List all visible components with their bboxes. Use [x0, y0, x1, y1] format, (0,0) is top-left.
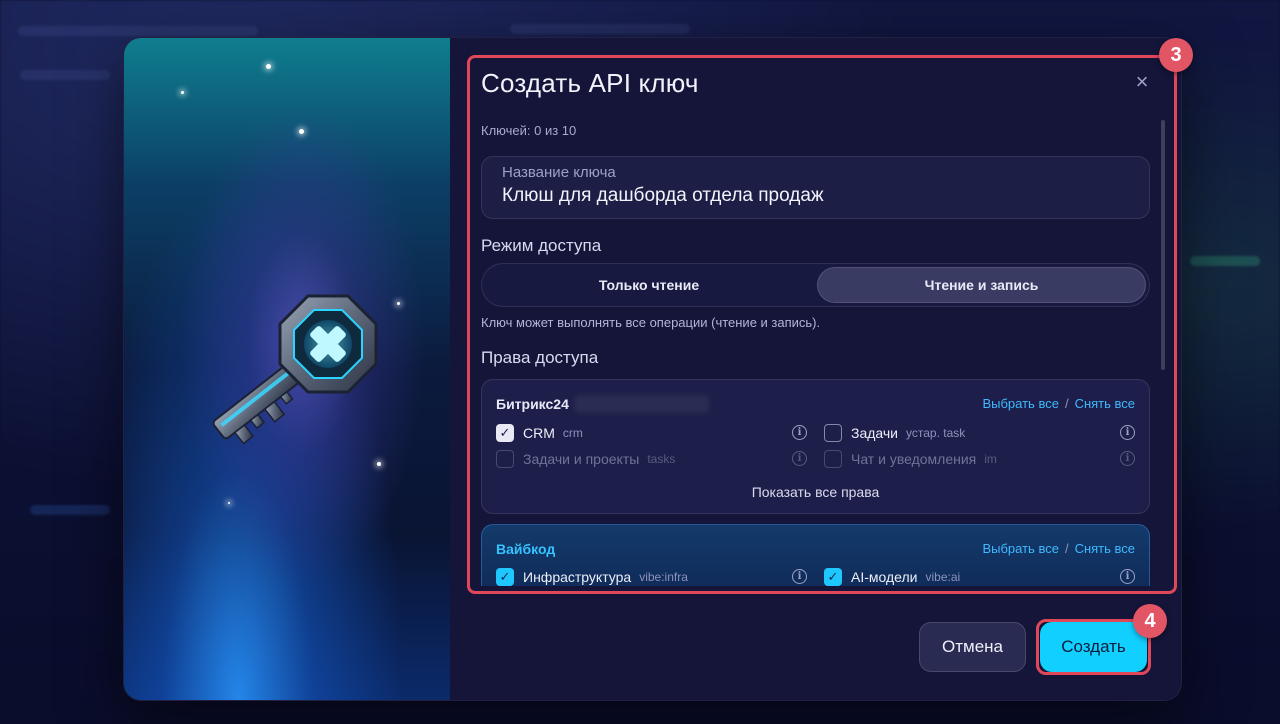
group-actions: Выбрать все / Снять все — [982, 396, 1135, 411]
blurred-row — [18, 26, 258, 36]
star — [299, 129, 304, 134]
checkbox-unchecked[interactable] — [496, 450, 514, 468]
info-icon[interactable]: i — [792, 451, 807, 466]
step-3-badge: 3 — [1159, 38, 1193, 72]
key-name-label: Название ключа — [502, 164, 616, 181]
keys-counter: Ключей: 0 из 10 — [481, 123, 577, 138]
star — [377, 462, 381, 466]
key-name-input[interactable]: Клюш для дашборда отдела продаж — [502, 185, 824, 207]
deselect-all-link[interactable]: Снять все — [1075, 541, 1135, 556]
blurred-row — [30, 505, 110, 515]
show-all-permissions-button[interactable]: Показать все права — [482, 484, 1149, 500]
permission-code: vibe:ai — [925, 570, 961, 584]
blurred-row — [1190, 256, 1260, 266]
permission-name: Инфраструктура — [523, 569, 632, 585]
star — [228, 502, 230, 504]
permission-group-vibecode: Вайбкод Выбрать все / Снять все ✓ Инфрастр… — [481, 524, 1150, 586]
group-actions: Выбрать все / Снять все — [982, 541, 1135, 556]
key-name-field[interactable]: Название ключа Клюш для дашборда отдела … — [481, 156, 1150, 219]
permission-task[interactable]: Задачи устар. task — [824, 423, 965, 443]
permission-code: устар. task — [906, 426, 966, 440]
checkbox-checked[interactable]: ✓ — [496, 568, 514, 586]
permission-code: vibe:infra — [639, 570, 688, 584]
dialog-title: Создать API ключ — [481, 68, 699, 98]
permission-im[interactable]: Чат и уведомления im — [824, 449, 997, 469]
checkbox-unchecked[interactable] — [824, 424, 842, 442]
checkbox-unchecked[interactable] — [824, 450, 842, 468]
permission-vibe-ai[interactable]: ✓ AI-модели vibe:ai — [824, 567, 960, 587]
permissions-heading: Права доступа — [481, 348, 599, 367]
actions-separator: / — [1064, 541, 1069, 556]
permission-name: AI-модели — [851, 569, 918, 585]
access-mode-hint: Ключ может выполнять все операции (чтени… — [481, 315, 821, 330]
permission-code: crm — [562, 426, 583, 440]
permission-tasks[interactable]: Задачи и проекты tasks — [496, 449, 675, 469]
star — [397, 302, 400, 305]
permission-name: Чат и уведомления — [851, 451, 977, 467]
group-title: Вайбкод — [496, 541, 556, 557]
checkbox-checked[interactable]: ✓ — [824, 568, 842, 586]
star — [181, 91, 184, 94]
permission-name: Задачи — [851, 425, 899, 441]
access-mode-toggle: Только чтение Чтение и запись — [481, 263, 1150, 307]
permission-code: tasks — [647, 452, 676, 466]
permission-code: im — [984, 452, 997, 466]
star — [266, 64, 271, 69]
select-all-link[interactable]: Выбрать все — [982, 541, 1058, 556]
permission-name: CRM — [523, 425, 555, 441]
actions-separator: / — [1064, 396, 1069, 411]
deselect-all-link[interactable]: Снять все — [1075, 396, 1135, 411]
scrollbar[interactable] — [1161, 120, 1165, 370]
info-icon[interactable]: i — [1120, 425, 1135, 440]
close-icon[interactable]: × — [1130, 70, 1154, 94]
access-mode-read-only[interactable]: Только чтение — [485, 267, 813, 303]
masked-portal-name — [574, 395, 709, 413]
group-title: Битрикс24 — [496, 396, 569, 412]
create-button[interactable]: Создать — [1040, 622, 1147, 672]
info-icon[interactable]: i — [792, 569, 807, 584]
step-4-badge: 4 — [1133, 604, 1167, 638]
access-mode-read-write[interactable]: Чтение и запись — [817, 267, 1146, 303]
info-icon[interactable]: i — [1120, 569, 1135, 584]
blurred-row — [20, 70, 110, 80]
key-icon — [212, 294, 378, 445]
permission-name: Задачи и проекты — [523, 451, 640, 467]
checkbox-checked[interactable]: ✓ — [496, 424, 514, 442]
info-icon[interactable]: i — [1120, 451, 1135, 466]
permission-group-bitrix24: Битрикс24 Выбрать все / Снять все ✓ CRM cr… — [481, 379, 1150, 514]
access-mode-heading: Режим доступа — [481, 236, 602, 255]
cancel-button[interactable]: Отмена — [919, 622, 1026, 672]
info-icon[interactable]: i — [792, 425, 807, 440]
select-all-link[interactable]: Выбрать все — [982, 396, 1058, 411]
permission-vibe-infra[interactable]: ✓ Инфраструктура vibe:infra — [496, 567, 688, 587]
blurred-row — [510, 24, 690, 34]
permission-crm[interactable]: ✓ CRM crm — [496, 423, 583, 443]
